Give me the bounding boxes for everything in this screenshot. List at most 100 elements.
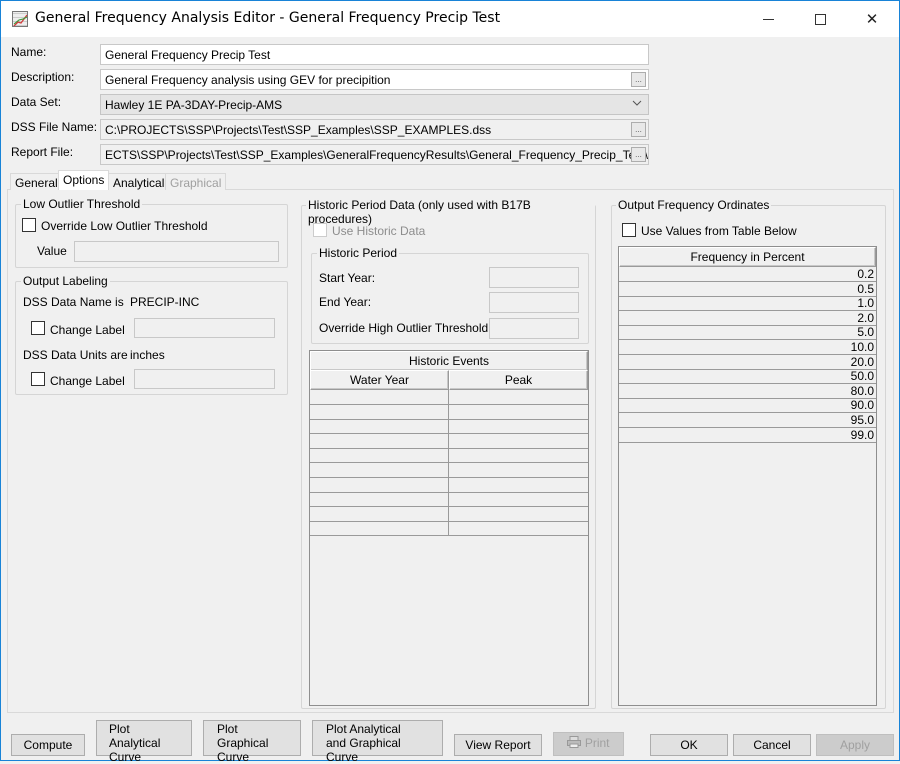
column-header-water-year[interactable]: Water Year bbox=[310, 370, 449, 390]
historic-event-row[interactable] bbox=[310, 492, 588, 508]
frequency-row[interactable]: 20.0 bbox=[619, 355, 876, 370]
peak-cell[interactable] bbox=[449, 521, 588, 535]
peak-cell[interactable] bbox=[449, 405, 588, 419]
frequency-cell[interactable]: 1.0 bbox=[619, 296, 874, 310]
frequency-cell[interactable]: 5.0 bbox=[619, 325, 874, 339]
water-year-cell[interactable] bbox=[310, 419, 449, 434]
close-button[interactable]: ✕ bbox=[849, 1, 895, 37]
frequency-cell[interactable]: 50.0 bbox=[619, 369, 874, 383]
description-browse-button[interactable]: ... bbox=[631, 72, 646, 87]
water-year-cell[interactable] bbox=[310, 506, 449, 521]
frequency-cell[interactable]: 95.0 bbox=[619, 413, 874, 427]
historic-event-row[interactable] bbox=[310, 404, 588, 420]
end-year-input[interactable] bbox=[489, 292, 579, 313]
water-year-cell[interactable] bbox=[310, 448, 449, 463]
dataset-select[interactable]: Hawley 1E PA-3DAY-Precip-AMS bbox=[100, 94, 649, 115]
peak-cell[interactable] bbox=[449, 492, 588, 506]
historic-event-row[interactable] bbox=[310, 433, 588, 449]
frequency-row[interactable]: 99.0 bbox=[619, 428, 876, 443]
tab-options[interactable]: Options bbox=[58, 170, 110, 190]
frequency-row[interactable]: 80.0 bbox=[619, 384, 876, 399]
dss-file-value: C:\PROJECTS\SSP\Projects\Test\SSP_Exampl… bbox=[105, 123, 492, 137]
override-low-outlier-checkbox[interactable] bbox=[22, 218, 36, 232]
frequency-cell[interactable]: 0.5 bbox=[619, 282, 874, 296]
name-label-input[interactable] bbox=[134, 318, 275, 338]
change-name-label-checkbox[interactable] bbox=[31, 321, 45, 335]
frequency-cell[interactable]: 2.0 bbox=[619, 311, 874, 325]
historic-event-row[interactable] bbox=[310, 521, 588, 537]
historic-event-row[interactable] bbox=[310, 419, 588, 435]
report-file-browse-button[interactable]: ... bbox=[631, 147, 646, 162]
tab-analytical[interactable]: Analytical bbox=[108, 173, 170, 190]
water-year-cell[interactable] bbox=[310, 492, 449, 507]
frequency-cell[interactable]: 80.0 bbox=[619, 384, 874, 398]
frequency-row[interactable]: 50.0 bbox=[619, 369, 876, 385]
peak-cell[interactable] bbox=[449, 419, 588, 433]
frequency-row[interactable]: 5.0 bbox=[619, 325, 876, 341]
frequency-row[interactable]: 10.0 bbox=[619, 340, 876, 355]
override-high-outlier-input[interactable] bbox=[489, 318, 579, 339]
dataset-value: Hawley 1E PA-3DAY-Precip-AMS bbox=[105, 98, 283, 112]
frequency-cell[interactable]: 20.0 bbox=[619, 355, 874, 369]
compute-button[interactable]: Compute bbox=[11, 734, 85, 756]
minimize-button[interactable] bbox=[745, 1, 791, 37]
water-year-cell[interactable] bbox=[310, 477, 449, 492]
description-input[interactable]: General Frequency analysis using GEV for… bbox=[100, 69, 649, 90]
maximize-button[interactable] bbox=[797, 1, 843, 37]
frequency-cell[interactable]: 90.0 bbox=[619, 398, 874, 412]
cancel-button[interactable]: Cancel bbox=[733, 734, 811, 756]
plot-graphical-line1: Plot Graphical bbox=[217, 722, 269, 750]
frequency-row[interactable]: 2.0 bbox=[619, 311, 876, 326]
name-label: Name: bbox=[11, 45, 47, 59]
historic-event-row[interactable] bbox=[310, 390, 588, 405]
historic-event-row[interactable] bbox=[310, 463, 588, 478]
plot-analytical-curve-button[interactable]: Plot Analytical Curve bbox=[96, 720, 192, 764]
title-bar[interactable]: General Frequency Analysis Editor - Gene… bbox=[1, 1, 899, 37]
peak-cell[interactable] bbox=[449, 463, 588, 477]
plot-analytical-graphical-button[interactable]: Plot Analytical and Graphical Curve bbox=[312, 720, 443, 764]
peak-cell[interactable] bbox=[449, 478, 588, 492]
report-file-input[interactable]: ECTS\SSP\Projects\Test\SSP_Examples\Gene… bbox=[100, 144, 649, 165]
peak-cell[interactable] bbox=[449, 507, 588, 521]
historic-event-row[interactable] bbox=[310, 448, 588, 464]
report-file-value: ECTS\SSP\Projects\Test\SSP_Examples\Gene… bbox=[105, 148, 649, 162]
peak-cell[interactable] bbox=[449, 448, 588, 462]
column-header-peak[interactable]: Peak bbox=[449, 370, 588, 390]
dss-file-browse-button[interactable]: ... bbox=[631, 122, 646, 137]
name-input[interactable]: General Frequency Precip Test bbox=[100, 44, 649, 65]
water-year-cell[interactable] bbox=[310, 390, 449, 404]
report-file-label: Report File: bbox=[11, 145, 74, 159]
water-year-cell[interactable] bbox=[310, 433, 449, 448]
historic-event-row[interactable] bbox=[310, 506, 588, 522]
water-year-cell[interactable] bbox=[310, 463, 449, 477]
water-year-cell[interactable] bbox=[310, 404, 449, 419]
peak-cell[interactable] bbox=[449, 434, 588, 448]
frequency-row[interactable]: 1.0 bbox=[619, 296, 876, 312]
view-report-button[interactable]: View Report bbox=[454, 734, 542, 756]
start-year-input[interactable] bbox=[489, 267, 579, 288]
frequency-row[interactable]: 90.0 bbox=[619, 398, 876, 414]
output-labeling-title: Output Labeling bbox=[21, 274, 110, 288]
dss-file-input[interactable]: C:\PROJECTS\SSP\Projects\Test\SSP_Exampl… bbox=[100, 119, 649, 140]
frequency-cell[interactable]: 0.2 bbox=[619, 267, 874, 281]
units-label-input[interactable] bbox=[134, 369, 275, 389]
plot-analytical-line2: Curve bbox=[109, 750, 142, 764]
water-year-cell[interactable] bbox=[310, 521, 449, 536]
plot-both-line2: and Graphical Curve bbox=[326, 736, 401, 764]
plot-graphical-curve-button[interactable]: Plot Graphical Curve bbox=[203, 720, 301, 764]
historic-events-title: Historic Events bbox=[310, 351, 588, 371]
peak-cell[interactable] bbox=[449, 390, 588, 404]
column-header-frequency[interactable]: Frequency in Percent bbox=[619, 247, 876, 267]
historic-event-row[interactable] bbox=[310, 477, 588, 493]
tab-general[interactable]: General bbox=[10, 173, 63, 190]
frequency-row[interactable]: 0.2 bbox=[619, 267, 876, 282]
low-outlier-title: Low Outlier Threshold bbox=[21, 197, 143, 211]
frequency-row[interactable]: 95.0 bbox=[619, 413, 876, 428]
frequency-row[interactable]: 0.5 bbox=[619, 282, 876, 297]
low-outlier-value-input[interactable] bbox=[74, 241, 279, 262]
use-table-values-checkbox[interactable] bbox=[622, 223, 636, 237]
ok-button[interactable]: OK bbox=[650, 734, 728, 756]
frequency-cell[interactable]: 10.0 bbox=[619, 340, 874, 354]
frequency-cell[interactable]: 99.0 bbox=[619, 428, 874, 442]
change-units-label-checkbox[interactable] bbox=[31, 372, 45, 386]
